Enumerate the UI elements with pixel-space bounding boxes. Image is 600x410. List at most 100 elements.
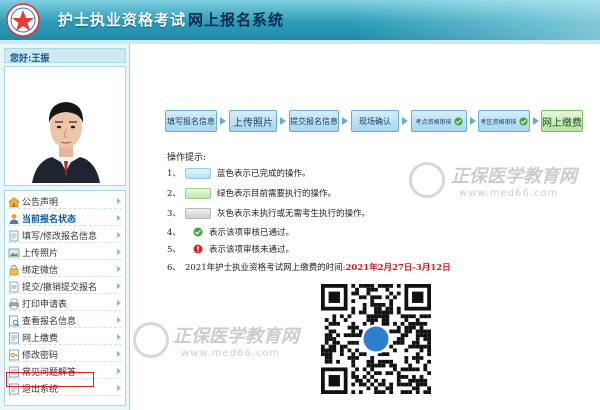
photo-icon <box>8 248 20 257</box>
arrow-right-icon <box>402 117 408 125</box>
step-label: 网上缴费 <box>542 117 582 129</box>
watermark-logo-icon <box>409 162 445 198</box>
payment-highlight-box <box>6 372 94 387</box>
check-circle-icon <box>193 227 203 237</box>
gray-swatch <box>185 207 211 219</box>
sidebar-item-label: 上传照片 <box>22 249 59 259</box>
sidebar-menu: 公告声明 当前报名状态 填写/修改报名信息 上传照片 绑定微信 提交/撤销提交报… <box>4 190 126 406</box>
arrow-right-icon <box>280 117 286 125</box>
check-circle-icon <box>518 116 528 126</box>
payment-deadline: 2021年2月27日-3月12日 <box>345 263 451 273</box>
step-label: 填写报名信息 <box>167 116 215 126</box>
chevron-right-icon <box>117 317 121 323</box>
user-greeting: 您好:王振 <box>10 54 50 64</box>
sidebar-item-label: 填写/修改报名信息 <box>22 232 98 242</box>
person-icon <box>9 213 19 224</box>
sidebar-item-bind-wechat[interactable]: 绑定微信 <box>8 263 122 277</box>
watermark-url: www.med66.com <box>459 188 559 199</box>
tip-number: 6、 <box>167 263 181 273</box>
sidebar-item-label: 查看报名信息 <box>22 317 77 327</box>
sidebar-item-submit[interactable]: 提交/撤销提交报名 <box>8 280 122 294</box>
error-circle-icon <box>193 244 203 254</box>
step-region-review: 考区资格审核 <box>478 110 530 132</box>
sidebar-item-view-info[interactable]: 查看报名信息 <box>8 314 122 328</box>
check-circle-icon <box>453 116 463 126</box>
photo-frame <box>4 66 126 186</box>
step-label: 提交报名信息 <box>290 116 338 126</box>
tip-number: 4、 <box>167 228 181 238</box>
sidebar-item-print[interactable]: 打印申请表 <box>8 297 122 311</box>
app-title: 护士执业资格考试 <box>58 11 187 29</box>
step-fill-info: 填写报名信息 <box>165 110 217 132</box>
watermark-brand: 正保医学教育网 <box>173 326 299 347</box>
green-swatch <box>185 187 211 199</box>
arrow-right-icon <box>220 117 226 125</box>
chevron-right-icon <box>117 249 121 255</box>
greeting-bar: 您好:王振 <box>4 48 126 64</box>
header-decoration <box>350 0 600 40</box>
step-label: 考区资格审核 <box>480 118 517 126</box>
watermark-logo-icon <box>133 322 169 358</box>
sidebar-item-label: 网上缴费 <box>22 334 59 344</box>
chevron-right-icon <box>117 368 121 374</box>
step-onsite-confirm: 现场确认 <box>351 110 399 132</box>
tips-title: 操作提示: <box>167 153 207 163</box>
progress-steps: 填写报名信息 上传照片 提交报名信息 现场确认 考点资格审核 考区资格审核 网上… <box>165 110 583 132</box>
sidebar-item-announcement[interactable]: 公告声明 <box>8 195 122 209</box>
tip-item: 1、 蓝色表示已完成的操作。 <box>167 167 311 179</box>
main-content: 填写报名信息 上传照片 提交报名信息 现场确认 考点资格审核 考区资格审核 网上… <box>131 44 600 410</box>
sidebar-item-edit-info[interactable]: 填写/修改报名信息 <box>8 229 122 243</box>
sidebar-item-upload-photo[interactable]: 上传照片 <box>8 246 122 260</box>
lock-icon <box>9 264 19 275</box>
step-submit-info: 提交报名信息 <box>289 110 339 132</box>
step-upload-photo: 上传照片 <box>229 110 277 132</box>
tip-number: 2、 <box>167 189 181 199</box>
step-label: 现场确认 <box>359 116 391 126</box>
payment-icon <box>9 332 19 343</box>
chevron-right-icon <box>117 266 121 272</box>
sidebar-item-label: 当前报名状态 <box>22 215 77 225</box>
sidebar-item-label: 绑定微信 <box>22 266 59 276</box>
tip-item: 2、 绿色表示目前需要执行的操作。 <box>167 187 336 199</box>
view-icon <box>9 315 20 326</box>
tip-number: 1、 <box>167 169 181 179</box>
step-label: 考点资格审核 <box>415 118 452 126</box>
sidebar-item-current-status[interactable]: 当前报名状态 <box>8 212 122 226</box>
tip-text: 绿色表示目前需要执行的操作。 <box>217 189 337 199</box>
payment-qr-code[interactable] <box>321 284 431 394</box>
tip-number: 5、 <box>167 245 181 255</box>
chevron-right-icon <box>117 334 121 340</box>
step-label: 上传照片 <box>233 117 273 129</box>
step-online-payment[interactable]: 网上缴费 <box>541 110 583 132</box>
chevron-right-icon <box>117 232 121 238</box>
arrow-right-icon <box>533 117 539 125</box>
key-icon <box>9 349 19 360</box>
chevron-right-icon <box>117 198 121 204</box>
sidebar-item-label: 修改密码 <box>22 351 59 361</box>
tip-text: 灰色表示未执行或无需考生执行的操作。 <box>217 209 371 219</box>
tip-item: 5、 表示该项审核未通过。 <box>167 243 294 255</box>
app-subtitle: 网上报名系统 <box>188 11 285 29</box>
sidebar-item-change-password[interactable]: 修改密码 <box>8 348 122 362</box>
printer-icon <box>9 298 19 309</box>
logo-icon <box>6 3 40 37</box>
tip-text: 表示该项审核已通过。 <box>209 228 295 238</box>
chevron-right-icon <box>117 283 121 289</box>
blue-swatch <box>185 167 211 179</box>
document-icon <box>9 281 19 292</box>
tip-text: 2021年护士执业资格考试网上缴费的时间: <box>185 263 346 273</box>
tip-text: 蓝色表示已完成的操作。 <box>217 169 311 179</box>
arrow-right-icon <box>342 117 348 125</box>
tip-item: 4、 表示该项审核已通过。 <box>167 226 294 238</box>
sidebar: 您好:王振 公告声明 当前报名状态 填写/修改报名信息 上传照片 绑定微信 提交… <box>0 44 130 410</box>
watermark-brand: 正保医学教育网 <box>451 166 577 187</box>
sidebar-item-label: 打印申请表 <box>22 300 68 310</box>
sidebar-item-label: 提交/撤销提交报名 <box>22 283 98 293</box>
chevron-right-icon <box>117 385 121 391</box>
sidebar-item-payment[interactable]: 网上缴费 <box>8 331 122 345</box>
step-site-review: 考点资格审核 <box>411 110 467 132</box>
tip-number: 3、 <box>167 209 181 219</box>
house-icon <box>8 196 20 207</box>
tip-text: 表示该项审核未通过。 <box>209 245 295 255</box>
form-icon <box>9 230 19 241</box>
